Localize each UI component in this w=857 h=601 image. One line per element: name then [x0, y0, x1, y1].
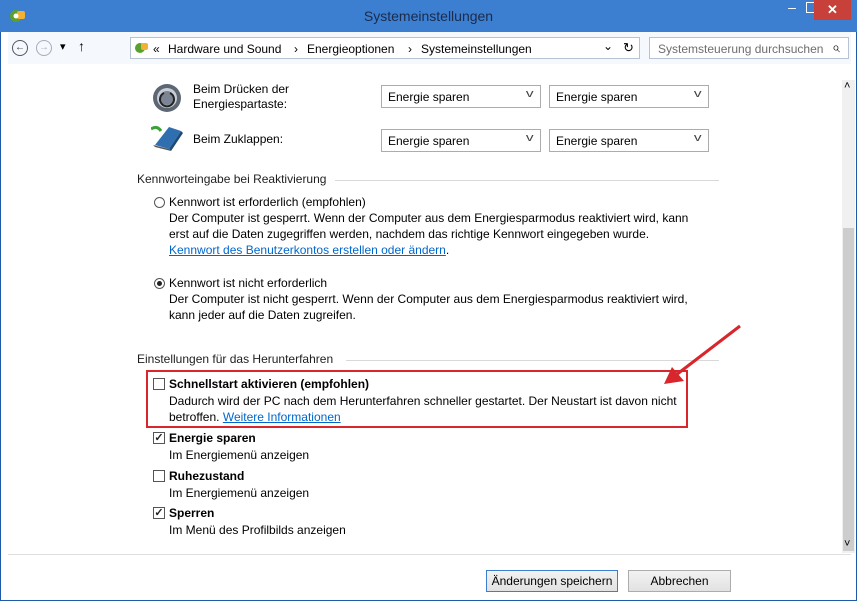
up-button[interactable]: ↑	[78, 38, 85, 54]
power-button-plugged-select[interactable]: Energie sparen v	[549, 85, 709, 108]
power-button-label-1: Beim Drücken der	[193, 82, 290, 96]
window-title: Systemeinstellungen	[363, 8, 494, 24]
link-suffix: .	[445, 243, 450, 257]
password-required-label[interactable]: Kennwort ist erforderlich (empfohlen)	[169, 195, 366, 209]
password-not-required-label[interactable]: Kennwort ist nicht erforderlich	[169, 276, 327, 290]
lock-label[interactable]: Sperren	[169, 506, 214, 520]
address-bar[interactable]: « Hardware und Sound › Energieoptionen ›…	[130, 37, 640, 59]
minimize-button[interactable]: –	[779, 0, 805, 20]
back-button[interactable]: ←	[12, 40, 28, 56]
chevron-down-icon: v	[525, 132, 534, 144]
select-value: Energie sparen	[556, 134, 638, 148]
password-link-row: Kennwort des Benutzerkontos erstellen od…	[169, 243, 449, 257]
breadcrumb-energieoptionen[interactable]: Energieoptionen	[307, 42, 394, 56]
location-icon	[134, 40, 150, 59]
search-input[interactable]: Systemsteuerung durchsuchen ⌕	[649, 37, 849, 59]
scroll-up-icon[interactable]: ˄	[844, 80, 850, 92]
password-not-required-desc: kann jeder auf die Daten zugreifen.	[169, 308, 356, 322]
scroll-thumb[interactable]	[843, 228, 854, 551]
shutdown-group-title: Einstellungen für das Herunterfahren	[137, 352, 334, 366]
chevron-down-icon: v	[693, 88, 702, 100]
select-value: Energie sparen	[388, 134, 470, 148]
lid-battery-select[interactable]: Energie sparen v	[381, 129, 541, 152]
password-required-desc: erst auf die Daten zugegriffen werden, n…	[169, 227, 650, 241]
save-changes-button[interactable]: Änderungen speichern	[486, 570, 618, 592]
fast-startup-desc: Dadurch wird der PC nach dem Herunterfah…	[169, 394, 677, 408]
chevron-down-icon: v	[693, 132, 702, 144]
password-required-radio[interactable]	[154, 197, 165, 208]
fast-startup-desc-row: betroffen. Weitere Informationen	[169, 410, 341, 424]
chevron-down-icon: v	[525, 88, 534, 100]
power-button-battery-select[interactable]: Energie sparen v	[381, 85, 541, 108]
fast-startup-label[interactable]: Schnellstart aktivieren (empfohlen)	[169, 377, 369, 391]
sleep-label[interactable]: Energie sparen	[169, 431, 256, 445]
lock-desc: Im Menü des Profilbilds anzeigen	[169, 523, 346, 537]
refresh-icon[interactable]: ↻	[623, 40, 634, 56]
password-group-title: Kennworteingabe bei Reaktivierung	[137, 172, 327, 186]
breadcrumb-overflow[interactable]: «	[153, 42, 160, 56]
more-info-link[interactable]: Weitere Informationen	[223, 410, 341, 424]
password-required-desc: Der Computer ist gesperrt. Wenn der Comp…	[169, 211, 689, 225]
breadcrumb-separator: ›	[408, 42, 412, 56]
power-button-icon	[151, 82, 183, 117]
scroll-down-icon[interactable]: ˅	[844, 538, 850, 550]
navigation-bar: ← → ▾ ↑ « Hardware und Sound › Energieop…	[8, 32, 851, 64]
hibernate-checkbox[interactable]	[153, 470, 165, 482]
fast-startup-checkbox[interactable]	[153, 378, 165, 390]
title-bar[interactable]: Systemeinstellungen – ✕	[0, 0, 857, 32]
radio-selected-dot	[157, 281, 162, 286]
sleep-checkbox[interactable]: ✓	[153, 432, 165, 444]
laptop-lid-icon	[150, 123, 185, 156]
breadcrumb-separator: ›	[294, 42, 298, 56]
select-value: Energie sparen	[388, 90, 470, 104]
power-button-label-2: Energiespartaste:	[193, 97, 288, 111]
group-divider	[335, 180, 719, 181]
breadcrumb-hardware-sound[interactable]: Hardware und Sound	[168, 42, 281, 56]
hibernate-label[interactable]: Ruhezustand	[169, 469, 244, 483]
recent-locations-button[interactable]: ▾	[60, 40, 66, 53]
lock-checkbox[interactable]: ✓	[153, 507, 165, 519]
change-password-link[interactable]: Kennwort des Benutzerkontos erstellen od…	[169, 243, 446, 257]
sleep-desc: Im Energiemenü anzeigen	[169, 448, 310, 462]
search-icon[interactable]: ⌕	[832, 39, 840, 56]
password-not-required-desc: Der Computer ist nicht gesperrt. Wenn de…	[169, 292, 688, 306]
cancel-button[interactable]: Abbrechen	[628, 570, 731, 592]
address-dropdown-icon[interactable]: ⌄	[603, 39, 613, 53]
fast-startup-desc: betroffen.	[169, 410, 220, 424]
lid-close-label: Beim Zuklappen:	[193, 132, 284, 146]
select-value: Energie sparen	[556, 90, 638, 104]
lid-plugged-select[interactable]: Energie sparen v	[549, 129, 709, 152]
breadcrumb-systemeinstellungen[interactable]: Systemeinstellungen	[421, 42, 532, 56]
forward-button[interactable]: →	[36, 40, 52, 56]
group-divider	[346, 360, 719, 361]
close-button[interactable]: ✕	[814, 0, 851, 20]
password-not-required-radio[interactable]	[154, 278, 165, 289]
search-placeholder: Systemsteuerung durchsuchen	[658, 42, 824, 56]
vertical-scrollbar[interactable]: ˄ ˅	[842, 80, 855, 553]
hibernate-desc: Im Energiemenü anzeigen	[169, 486, 310, 500]
